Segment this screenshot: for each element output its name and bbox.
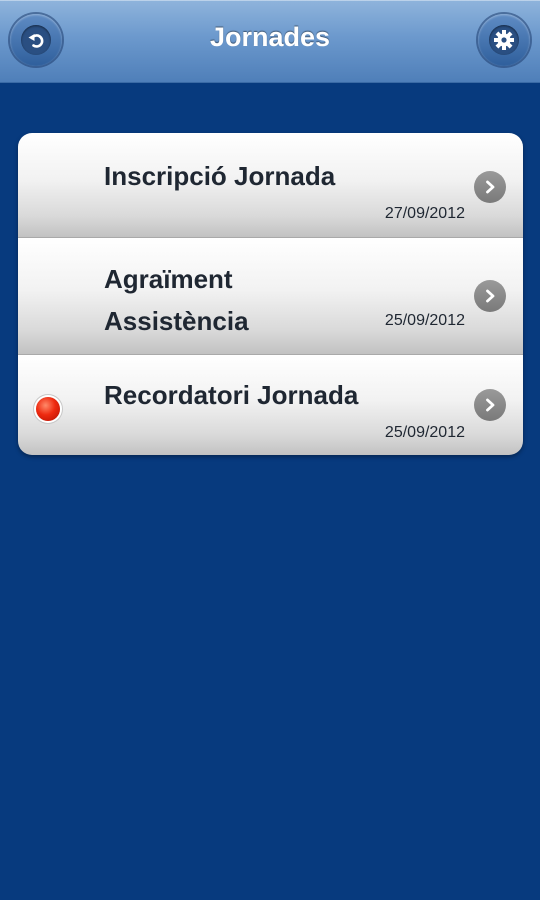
chevron-right-icon [474, 389, 506, 421]
gear-icon [489, 25, 519, 55]
item-title: Recordatori Jornada [104, 380, 359, 410]
header-bar: Jornades [0, 0, 540, 83]
chevron-right-icon [474, 171, 506, 203]
item-title-line1: Agraïment [104, 264, 233, 294]
item-title-line2: Assistència [104, 306, 249, 336]
item-title: Inscripció Jornada [104, 161, 336, 191]
unread-indicator-icon [36, 397, 60, 421]
item-date: 25/09/2012 [384, 424, 465, 441]
settings-button[interactable] [478, 14, 530, 66]
item-date: 25/09/2012 [384, 312, 465, 329]
page-title: Jornades [209, 22, 331, 52]
list-item[interactable]: Agraïment Assistència 25/09/2012 [18, 238, 523, 355]
chevron-right-icon [474, 280, 506, 312]
message-list: Inscripció Jornada 27/09/2012 Agraïment … [18, 133, 523, 455]
list-item[interactable]: Recordatori Jornada 25/09/2012 [18, 355, 523, 455]
list-item[interactable]: Inscripció Jornada 27/09/2012 [18, 133, 523, 238]
item-date: 27/09/2012 [384, 205, 465, 222]
